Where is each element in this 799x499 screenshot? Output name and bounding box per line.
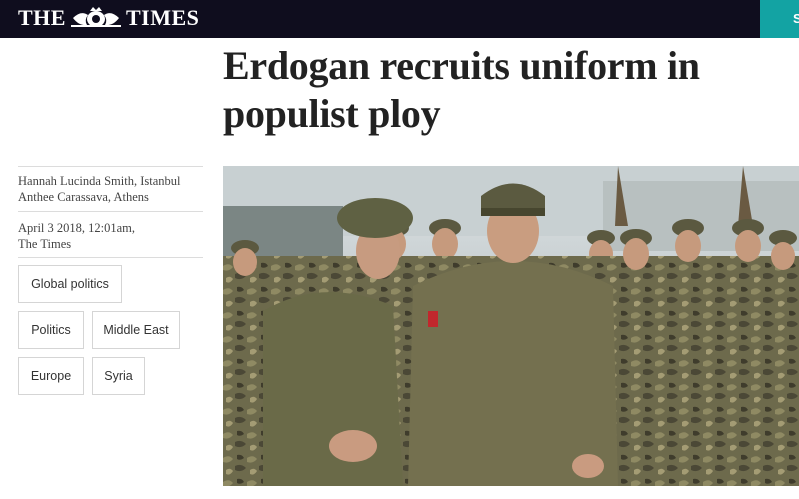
royal-crest-icon: [70, 7, 121, 27]
tag-europe[interactable]: Europe: [18, 357, 84, 395]
soldiers-photo-illustration: [223, 166, 799, 486]
author-name[interactable]: Hannah Lucinda Smith, Istanbul: [18, 173, 203, 189]
publication-info: April 3 2018, 12:01am, The Times: [18, 211, 203, 257]
publish-date: April 3 2018, 12:01am,: [18, 221, 136, 235]
meta-divider: [18, 257, 203, 259]
logo-text-the: THE: [18, 5, 66, 30]
tag-global-politics[interactable]: Global politics: [18, 265, 122, 303]
tag-middle-east[interactable]: Middle East: [92, 311, 180, 349]
article-photo: [223, 166, 799, 486]
times-logo[interactable]: THE TIMES: [18, 5, 199, 31]
subscribe-button[interactable]: S: [760, 0, 799, 38]
tag-politics[interactable]: Politics: [18, 311, 84, 349]
logo-text-times: TIMES: [125, 5, 200, 30]
author-name[interactable]: Anthee Carassava, Athens: [18, 189, 203, 205]
tag-syria[interactable]: Syria: [92, 357, 145, 395]
masthead: THE TIMES S: [0, 0, 799, 38]
author-byline: Hannah Lucinda Smith, Istanbul Anthee Ca…: [18, 166, 203, 211]
publication-name: The Times: [18, 237, 72, 251]
article-headline: Erdogan recruits uniform in populist plo…: [223, 43, 700, 136]
